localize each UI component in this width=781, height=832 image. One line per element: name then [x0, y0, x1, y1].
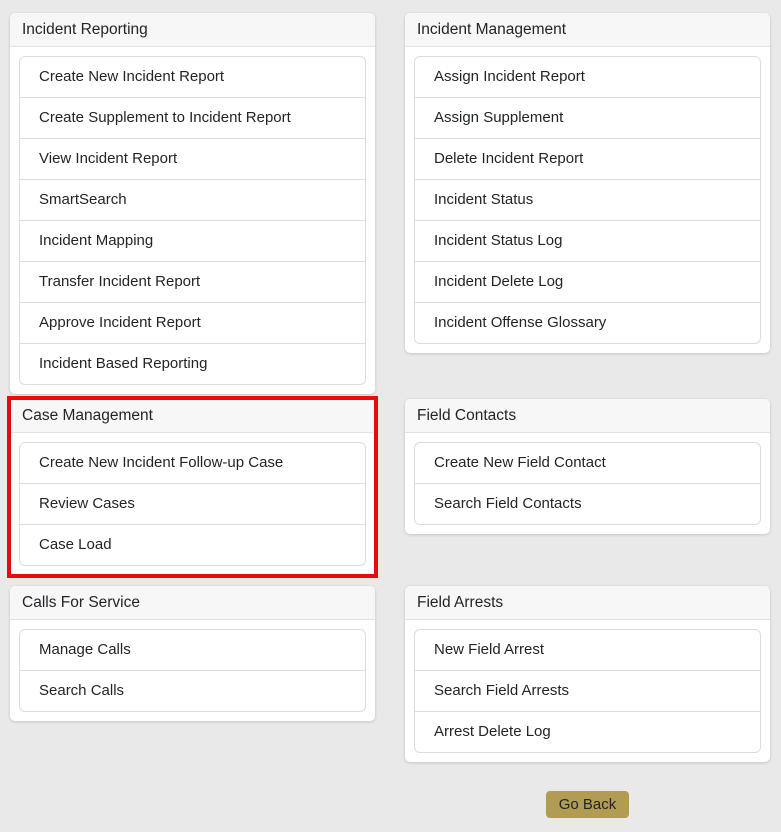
menu-item-search-field-contacts[interactable]: Search Field Contacts — [414, 484, 761, 525]
menu-item-approve-incident-report[interactable]: Approve Incident Report — [19, 303, 366, 344]
menu-list-field-contacts: Create New Field Contact Search Field Co… — [414, 442, 761, 525]
menu-row-3: Calls For Service Manage Calls Search Ca… — [10, 586, 771, 762]
menu-list-case-management: Create New Incident Follow-up Case Revie… — [19, 442, 366, 566]
card-title-case-management: Case Management — [10, 399, 375, 433]
menu-list-incident-reporting: Create New Incident Report Create Supple… — [19, 56, 366, 385]
menu-item-search-calls[interactable]: Search Calls — [19, 671, 366, 712]
menu-item-incident-status-log[interactable]: Incident Status Log — [414, 221, 761, 262]
card-title-field-arrests: Field Arrests — [405, 586, 770, 620]
menu-item-incident-offense-glossary[interactable]: Incident Offense Glossary — [414, 303, 761, 344]
menu-item-assign-incident-report[interactable]: Assign Incident Report — [414, 56, 761, 98]
menu-item-case-load[interactable]: Case Load — [19, 525, 366, 566]
card-body-case-management: Create New Incident Follow-up Case Revie… — [10, 433, 375, 575]
menu-item-new-field-arrest[interactable]: New Field Arrest — [414, 629, 761, 671]
column-right: Incident Management Assign Incident Repo… — [405, 13, 770, 353]
card-field-contacts: Field Contacts Create New Field Contact … — [405, 399, 770, 534]
card-incident-management: Incident Management Assign Incident Repo… — [405, 13, 770, 353]
menu-item-incident-status[interactable]: Incident Status — [414, 180, 761, 221]
menu-item-incident-delete-log[interactable]: Incident Delete Log — [414, 262, 761, 303]
card-body-calls-for-service: Manage Calls Search Calls — [10, 620, 375, 721]
menu-row-1: Incident Reporting Create New Incident R… — [10, 13, 771, 394]
go-back-button[interactable]: Go Back — [546, 791, 630, 818]
menu-item-create-supplement-to-incident-report[interactable]: Create Supplement to Incident Report — [19, 98, 366, 139]
card-body-incident-reporting: Create New Incident Report Create Supple… — [10, 47, 375, 394]
card-body-field-arrests: New Field Arrest Search Field Arrests Ar… — [405, 620, 770, 762]
case-management-highlight-wrap: Case Management Create New Incident Foll… — [10, 399, 375, 575]
column-right: Go Back — [405, 791, 770, 818]
card-incident-reporting: Incident Reporting Create New Incident R… — [10, 13, 375, 394]
card-title-incident-reporting: Incident Reporting — [10, 13, 375, 47]
menu-item-search-field-arrests[interactable]: Search Field Arrests — [414, 671, 761, 712]
menu-item-create-new-incident-follow-up-case[interactable]: Create New Incident Follow-up Case — [19, 442, 366, 484]
menu-page: Incident Reporting Create New Incident R… — [0, 0, 781, 818]
menu-list-field-arrests: New Field Arrest Search Field Arrests Ar… — [414, 629, 761, 753]
card-calls-for-service: Calls For Service Manage Calls Search Ca… — [10, 586, 375, 721]
menu-item-transfer-incident-report[interactable]: Transfer Incident Report — [19, 262, 366, 303]
menu-item-delete-incident-report[interactable]: Delete Incident Report — [414, 139, 761, 180]
menu-item-assign-supplement[interactable]: Assign Supplement — [414, 98, 761, 139]
menu-item-incident-based-reporting[interactable]: Incident Based Reporting — [19, 344, 366, 385]
column-left: Calls For Service Manage Calls Search Ca… — [10, 586, 375, 721]
card-title-calls-for-service: Calls For Service — [10, 586, 375, 620]
menu-list-calls-for-service: Manage Calls Search Calls — [19, 629, 366, 712]
card-case-management: Case Management Create New Incident Foll… — [10, 399, 375, 575]
menu-item-view-incident-report[interactable]: View Incident Report — [19, 139, 366, 180]
column-right: Field Arrests New Field Arrest Search Fi… — [405, 586, 770, 762]
column-left: Case Management Create New Incident Foll… — [10, 399, 375, 575]
menu-item-arrest-delete-log[interactable]: Arrest Delete Log — [414, 712, 761, 753]
card-title-incident-management: Incident Management — [405, 13, 770, 47]
card-title-field-contacts: Field Contacts — [405, 399, 770, 433]
menu-item-incident-mapping[interactable]: Incident Mapping — [19, 221, 366, 262]
column-left: Incident Reporting Create New Incident R… — [10, 13, 375, 394]
menu-list-incident-management: Assign Incident Report Assign Supplement… — [414, 56, 761, 344]
footer-row: Go Back — [10, 791, 771, 818]
menu-item-create-new-incident-report[interactable]: Create New Incident Report — [19, 56, 366, 98]
menu-item-create-new-field-contact[interactable]: Create New Field Contact — [414, 442, 761, 484]
card-body-field-contacts: Create New Field Contact Search Field Co… — [405, 433, 770, 534]
card-body-incident-management: Assign Incident Report Assign Supplement… — [405, 47, 770, 353]
menu-row-2: Case Management Create New Incident Foll… — [10, 399, 771, 575]
menu-item-manage-calls[interactable]: Manage Calls — [19, 629, 366, 671]
column-right: Field Contacts Create New Field Contact … — [405, 399, 770, 534]
menu-item-smartsearch[interactable]: SmartSearch — [19, 180, 366, 221]
menu-item-review-cases[interactable]: Review Cases — [19, 484, 366, 525]
card-field-arrests: Field Arrests New Field Arrest Search Fi… — [405, 586, 770, 762]
